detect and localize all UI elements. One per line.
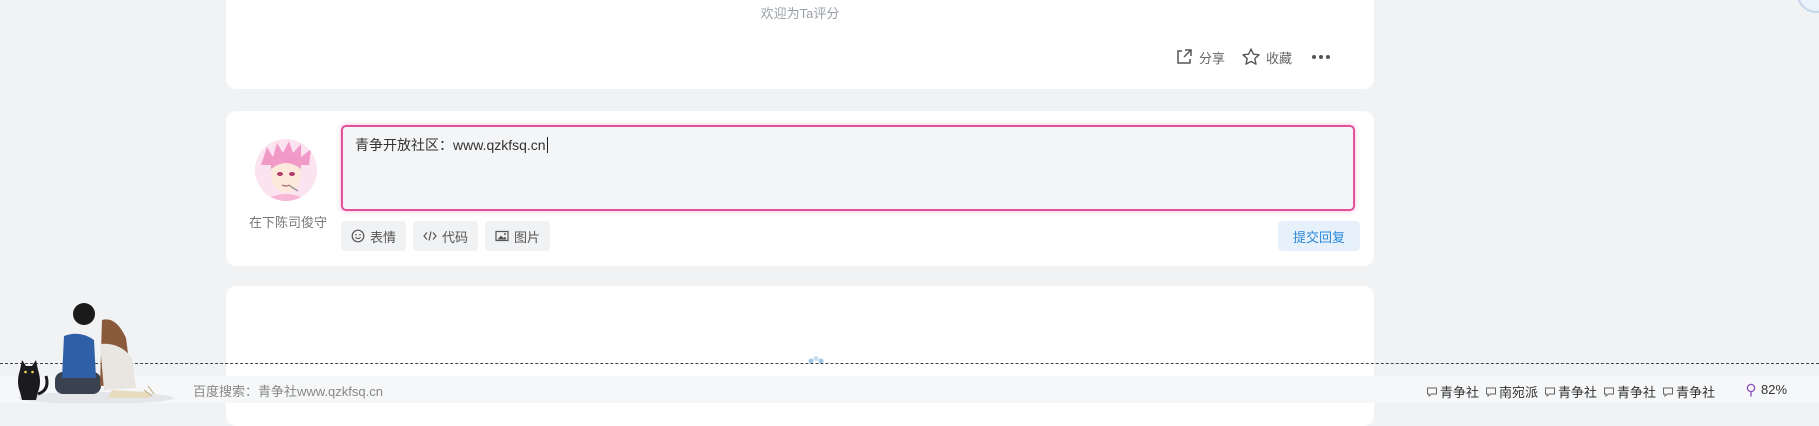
- link-label: 青争社: [1558, 385, 1598, 400]
- post-actions: 分享 收藏: [1174, 47, 1334, 67]
- post-card: 欢迎为Ta评分 分享 收藏: [226, 0, 1374, 89]
- link-qingzhengshe[interactable]: 青争社: [1426, 382, 1479, 401]
- reply-text: 青争开放社区：www.qzkfsq.cn: [355, 137, 546, 153]
- rating-prompt: 欢迎为Ta评分: [760, 6, 840, 21]
- smiley-icon: [351, 229, 365, 243]
- submit-reply-button[interactable]: 提交回复: [1277, 221, 1360, 251]
- avatar[interactable]: [255, 139, 317, 201]
- star-icon: [1242, 48, 1260, 65]
- link-qingzhengshe[interactable]: 青争社: [1544, 382, 1597, 401]
- link-label: 青争社: [1617, 385, 1657, 400]
- couple-cat-illustration: [18, 303, 174, 403]
- code-button[interactable]: 代码: [413, 221, 479, 251]
- editor-toolbar: 表情 代码 图片: [341, 221, 551, 251]
- battery-status: 82%: [1746, 382, 1787, 397]
- reply-textarea[interactable]: 青争开放社区：www.qzkfsq.cn: [341, 125, 1355, 211]
- dashed-divider: [0, 363, 1819, 364]
- link-nanwanpai[interactable]: 南宛派: [1485, 382, 1538, 401]
- chat-bubble-icon: [1545, 387, 1556, 397]
- reply-card: 在下陈司俊守 青争开放社区：www.qzkfsq.cn 表情 代码 图片 提交回…: [226, 111, 1374, 266]
- battery-icon: [1746, 383, 1756, 396]
- chat-bubble-icon: [1663, 387, 1674, 397]
- image-label: 图片: [514, 229, 541, 245]
- text-cursor: [546, 137, 548, 153]
- corner-widget-icon[interactable]: [1792, 0, 1819, 16]
- chat-bubble-icon: [1604, 387, 1615, 397]
- chat-bubble-icon: [1427, 387, 1437, 397]
- baidu-search-text[interactable]: 百度搜索：青争社www.qzkfsq.cn: [193, 381, 383, 400]
- link-label: 南宛派: [1499, 385, 1539, 400]
- emoji-button[interactable]: 表情: [341, 221, 407, 251]
- favorite-button[interactable]: 收藏: [1241, 47, 1292, 67]
- friend-links: 青争社 南宛派 青争社 青争社 青争社: [1426, 382, 1715, 401]
- emoji-label: 表情: [370, 229, 397, 245]
- comments-card: [226, 286, 1374, 426]
- image-button[interactable]: 图片: [485, 221, 551, 251]
- chat-bubble-icon: [1486, 387, 1497, 397]
- favorite-label: 收藏: [1265, 50, 1292, 66]
- username[interactable]: 在下陈司俊守: [238, 212, 338, 231]
- link-label: 青争社: [1676, 385, 1716, 400]
- share-icon: [1177, 49, 1192, 64]
- share-button[interactable]: 分享: [1174, 47, 1225, 67]
- share-label: 分享: [1198, 50, 1225, 66]
- link-label: 青争社: [1440, 385, 1480, 400]
- battery-level: 82%: [1761, 382, 1788, 397]
- code-icon: [423, 231, 437, 241]
- code-label: 代码: [442, 229, 469, 245]
- more-options-icon[interactable]: [1308, 55, 1334, 59]
- image-icon: [495, 230, 509, 242]
- link-qingzhengshe[interactable]: 青争社: [1603, 382, 1656, 401]
- link-qingzhengshe[interactable]: 青争社: [1662, 382, 1715, 401]
- loading-spinner-icon: [808, 356, 824, 364]
